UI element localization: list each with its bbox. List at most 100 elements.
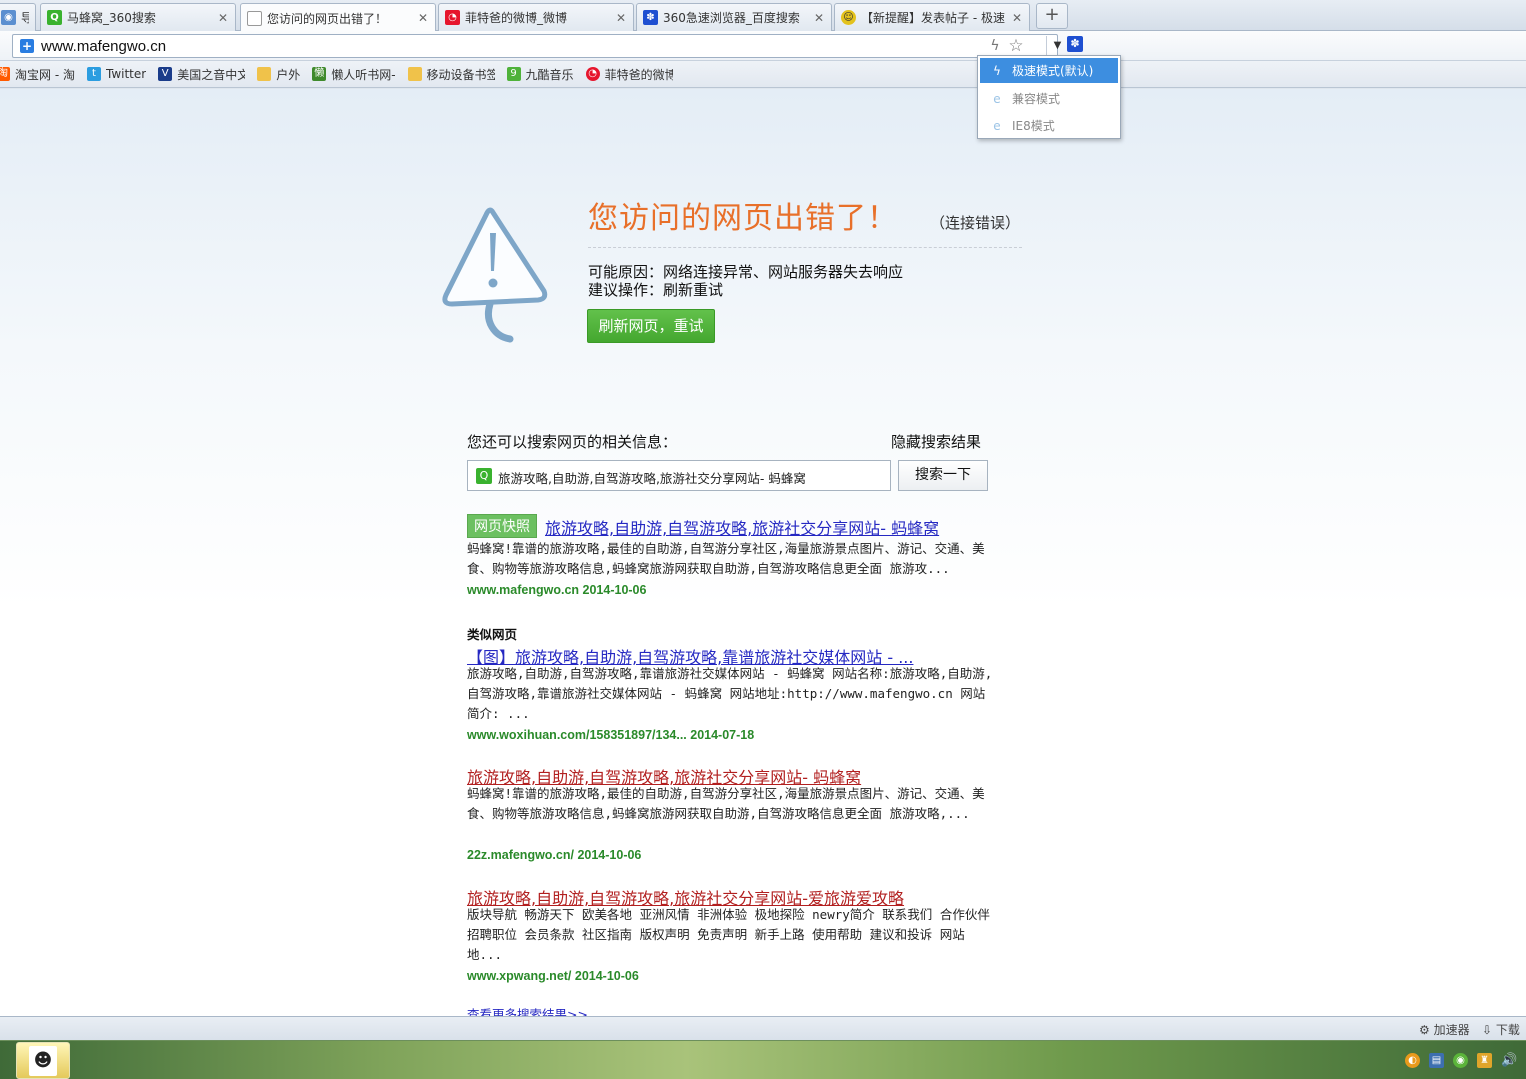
close-icon[interactable]: ✕: [1011, 11, 1023, 25]
app-avatar-icon: ☻: [29, 1046, 57, 1076]
speed-mode-bolt-icon[interactable]: ϟ: [986, 38, 1004, 54]
close-icon[interactable]: ✕: [417, 11, 429, 25]
twitter-icon: t: [86, 67, 101, 81]
ie-icon: e: [993, 91, 1001, 106]
voa-icon: V: [158, 67, 173, 81]
360-search-icon: Q: [47, 10, 62, 25]
menu-item-label: IE8模式: [1012, 119, 1055, 133]
bookmark-star-icon[interactable]: ☆: [1006, 36, 1026, 56]
error-suggestion: 建议操作：刷新重试: [588, 281, 724, 299]
result-url: www.woxihuan.com/158351897/134... 2014-0…: [467, 728, 755, 742]
bookmark-voa[interactable]: V 美国之音中文: [158, 66, 245, 83]
result-description: 蚂蜂窝!靠谱的旅游攻略,最佳的自助游,自驾游分享社区,海量旅游景点图片、游记、交…: [467, 541, 985, 576]
tab-label: 马蜂窝_360搜索: [67, 11, 156, 25]
accelerator-icon: ⚙: [1419, 1023, 1434, 1037]
network-icon[interactable]: ▤: [1429, 1053, 1444, 1068]
tray-app-icon[interactable]: ◐: [1405, 1053, 1420, 1068]
tab-error-page[interactable]: 您访问的网页出错了！ ✕: [240, 3, 436, 32]
similar-pages-heading: 类似网页: [467, 627, 518, 642]
result-description: 蚂蜂窝!靠谱的旅游攻略,最佳的自助游,自驾游分享社区,海量旅游景点图片、游记、交…: [467, 786, 985, 821]
baidu-paw-icon: ✽: [643, 10, 658, 25]
result-description: 版块导航 畅游天下 欧美各地 亚洲风情 非洲体验 极地探险 newry简介 联系…: [467, 907, 990, 962]
bookmark-folder-mobile[interactable]: 移动设备书签: [407, 66, 495, 83]
tray-app-icon[interactable]: ♜: [1477, 1053, 1492, 1068]
mode-dropdown-button[interactable]: ▼: [1046, 36, 1068, 56]
bolt-icon: ϟ: [993, 63, 1001, 78]
tray-app-icon[interactable]: ◉: [1453, 1053, 1468, 1068]
search-query: 旅游攻略,自助游,自驾游攻略,旅游社交分享网站- 蚂蜂窝: [498, 471, 806, 486]
bookmark-weibo[interactable]: ◔ 菲特爸的微博: [585, 66, 673, 83]
result-title-link[interactable]: 旅游攻略,自助游,自驾游攻略,旅游社交分享网站- 蚂蜂窝: [545, 515, 939, 539]
snapshot-button[interactable]: 网页快照: [467, 514, 537, 538]
ie-icon: e: [993, 118, 1001, 133]
download-label: 下载: [1495, 1023, 1520, 1037]
search-input[interactable]: Q 旅游攻略,自助游,自驾游攻略,旅游社交分享网站- 蚂蜂窝: [467, 460, 891, 491]
download-icon: ⇩: [1482, 1023, 1496, 1037]
weibo-icon: ◔: [585, 67, 600, 81]
volume-icon[interactable]: 🔊: [1501, 1053, 1517, 1068]
warning-sign-icon: [442, 207, 548, 343]
accelerator-label: 加速器: [1433, 1023, 1470, 1037]
refresh-retry-button[interactable]: 刷新网页，重试: [587, 309, 715, 343]
menu-item-ie8-mode[interactable]: e IE8模式: [980, 113, 1118, 138]
tab-weibo[interactable]: ◔ 菲特爸的微博_微博 ✕: [438, 3, 634, 31]
folder-icon: [257, 67, 272, 81]
page-content: 您访问的网页出错了！ （连接错误） 可能原因：网络连接异常、网站服务器失去响应 …: [0, 89, 1526, 1016]
address-bar-row: + www.mafengwo.cn ϟ ☆ ▼ ✽: [0, 31, 1526, 61]
divider: [588, 247, 1022, 248]
result-url: 22z.mafengwo.cn/ 2014-10-06: [467, 848, 642, 862]
hide-results-link[interactable]: 隐藏搜索结果: [891, 431, 981, 452]
search-icon: Q: [476, 468, 492, 484]
baidu-paw-icon[interactable]: ✽: [1067, 36, 1083, 52]
folder-icon: [407, 67, 422, 81]
address-bar[interactable]: + www.mafengwo.cn ϟ ☆ ▼: [12, 34, 1061, 58]
tab-label: 导: [21, 9, 29, 26]
search-prompt: 您还可以搜索网页的相关信息：: [467, 433, 678, 451]
accelerator-button[interactable]: ⚙ 加速器: [1419, 1021, 1470, 1038]
error-title: 您访问的网页出错了！: [588, 201, 898, 236]
new-tab-button[interactable]: +: [1036, 3, 1068, 29]
tab-label: 菲特爸的微博_微博: [465, 11, 568, 25]
status-bar: ⚙ 加速器 ⇩ 下载: [0, 1016, 1526, 1040]
bookmark-lanren[interactable]: 懒 懒人听书网-: [312, 66, 396, 83]
menu-item-compat-mode[interactable]: e 兼容模式: [980, 86, 1118, 111]
os-taskbar: ☻ ◐ ▤ ◉ ♜ 🔊: [0, 1040, 1526, 1079]
tab-label: 您访问的网页出错了！: [267, 11, 388, 26]
url-text[interactable]: www.mafengwo.cn: [41, 38, 166, 55]
tab-mafengwo-360-search[interactable]: Q 马蜂窝_360搜索 ✕: [40, 3, 236, 31]
tab-strip: ◉ 导 Q 马蜂窝_360搜索 ✕ 您访问的网页出错了！ ✕ ◔ 菲特爸的微博_…: [0, 0, 1526, 32]
lanren-icon: 懒: [312, 67, 327, 81]
close-icon[interactable]: ✕: [813, 11, 825, 25]
tab-label: 【新提醒】发表帖子 - 极速: [861, 11, 1005, 25]
browser-mode-menu: ϟ 极速模式(默认) e 兼容模式 e IE8模式: [977, 55, 1121, 139]
smiley-icon: ☺: [841, 10, 856, 25]
close-icon[interactable]: ✕: [217, 11, 229, 25]
menu-item-speed-mode[interactable]: ϟ 极速模式(默认): [980, 58, 1118, 83]
system-tray: ◐ ▤ ◉ ♜ 🔊: [1405, 1053, 1517, 1068]
menu-item-label: 兼容模式: [1012, 92, 1061, 106]
result-url: www.xpwang.net/ 2014-10-06: [467, 969, 639, 983]
bookmark-folder-outdoor[interactable]: 户外: [257, 66, 300, 83]
taobao-icon: 淘: [0, 67, 10, 81]
taskbar-app-button[interactable]: ☻: [16, 1042, 70, 1079]
more-results-link[interactable]: 查看更多搜索结果>>: [467, 1004, 588, 1016]
bookmark-taobao[interactable]: 淘 淘宝网 - 淘: [0, 66, 75, 83]
bookmark-twitter[interactable]: t Twitter: [86, 67, 146, 81]
page-icon: [247, 10, 262, 26]
site-shield-icon: +: [20, 39, 34, 53]
tab-baidu-search[interactable]: ✽ 360急速浏览器_百度搜索 ✕: [636, 3, 832, 31]
search-button[interactable]: 搜索一下: [898, 460, 988, 491]
bookmarks-bar: 淘 淘宝网 - 淘 t Twitter V 美国之音中文 户外 懒 懒人听书网-…: [0, 61, 1526, 88]
close-icon[interactable]: ✕: [615, 11, 627, 25]
globe-icon: ◉: [1, 10, 16, 25]
error-type: （连接错误）: [930, 214, 1021, 232]
result-url: www.mafengwo.cn 2014-10-06: [467, 583, 647, 597]
tab-navigation[interactable]: ◉ 导: [0, 3, 36, 31]
download-button[interactable]: ⇩ 下载: [1482, 1021, 1520, 1038]
tab-label: 360急速浏览器_百度搜索: [663, 11, 800, 25]
jiuku-icon: 9: [506, 67, 521, 81]
weibo-icon: ◔: [445, 10, 460, 25]
tab-forum-post[interactable]: ☺ 【新提醒】发表帖子 - 极速 ✕: [834, 3, 1030, 31]
bookmark-jiuku[interactable]: 9 九酷音乐: [506, 66, 574, 83]
result-description: 旅游攻略,自助游,自驾游攻略,靠谱旅游社交媒体网站 - 蚂蜂窝 网站名称:旅游攻…: [467, 666, 993, 721]
